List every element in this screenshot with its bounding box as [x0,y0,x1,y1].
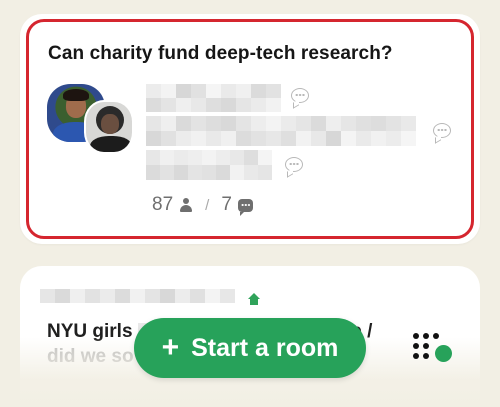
dots-grid-icon[interactable] [413,333,455,365]
speaker-name-redacted [146,150,272,180]
club-name-redacted [40,289,235,303]
speaker-name-redacted [146,116,416,146]
listener-count: 87 [152,194,174,215]
house-icon [247,293,261,306]
plus-icon: + [161,331,180,364]
person-icon [179,198,193,212]
separator: / [205,196,210,214]
speaker-name-redacted [146,84,281,112]
room-title: Can charity fund deep-tech research? [48,43,393,64]
speaker-avatar[interactable] [84,100,134,154]
chat-bubble-icon [433,123,451,138]
start-room-label: Start a room [191,333,339,362]
chat-bubble-icon [285,157,303,172]
online-indicator [435,345,452,362]
speaker-count: 7 [221,194,232,215]
room-stats: 87 / 7 [152,194,253,216]
chat-bubble-icon [237,198,253,216]
chat-bubble-icon [291,88,309,103]
start-room-button[interactable]: + Start a room [134,318,366,378]
